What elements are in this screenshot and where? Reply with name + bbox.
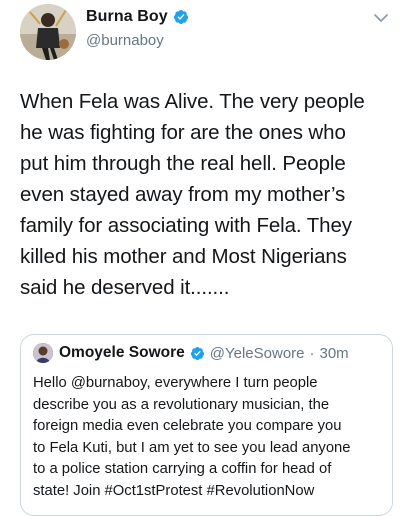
tweet-text-line: said he deserved it....... [20, 276, 230, 299]
tweet-text-line: killed his mother and Most Nigerians [20, 245, 347, 268]
quoted-tweet-header: Omoyele Sowore @YeleSowore · 30m [59, 344, 349, 362]
quoted-text-line: state! Join #Oct1stProtest #RevolutionNo… [33, 482, 315, 499]
quoted-avatar-image [33, 343, 53, 363]
quoted-author-avatar[interactable] [33, 343, 53, 363]
tweet-text-line: family for associating with Fela. They [20, 214, 352, 237]
quoted-text-line: foreign media even celebrate you compare… [33, 418, 342, 435]
quoted-timestamp[interactable]: 30m [320, 345, 349, 362]
quoted-tweet-card[interactable]: Omoyele Sowore @YeleSowore · 30m Hello @… [20, 334, 393, 516]
avatar-image [20, 4, 76, 60]
quoted-display-name[interactable]: Omoyele Sowore [59, 344, 185, 362]
quoted-text-line: to Fela Kuti, but I am yet to see you le… [33, 439, 351, 456]
tweet-text: When Fela was Alive. The very people he … [20, 86, 392, 303]
author-name-row: Burna Boy [86, 8, 189, 26]
chevron-down-icon[interactable] [373, 12, 389, 24]
author-handle[interactable]: @burnaboy [86, 32, 164, 49]
tweet-text-line: When Fela was Alive. The very people [20, 90, 365, 113]
tweet-text-line: he was fighting for are the ones who [20, 121, 346, 144]
quoted-text-line: describe you as a revolutionary musician… [33, 396, 330, 413]
author-display-name[interactable]: Burna Boy [86, 8, 168, 26]
quoted-handle[interactable]: @YeleSowore [210, 345, 305, 362]
tweet-text-line: even stayed away from my mother’s [20, 183, 346, 206]
author-avatar[interactable] [20, 4, 76, 60]
meta-separator: · [309, 344, 315, 362]
quoted-text-line: Hello @burnaboy, everywhere I turn peopl… [33, 375, 318, 391]
verified-badge-icon [190, 346, 205, 361]
verified-badge-icon [173, 9, 189, 25]
tweet: Burna Boy @burnaboy When Fela was Alive.… [0, 0, 403, 516]
tweet-text-line: put him through the real hell. People [20, 152, 346, 175]
quoted-tweet-text: Hello @burnaboy, everywhere I turn peopl… [33, 373, 385, 503]
quoted-text-line: to a police station carrying a coffin fo… [33, 461, 332, 478]
